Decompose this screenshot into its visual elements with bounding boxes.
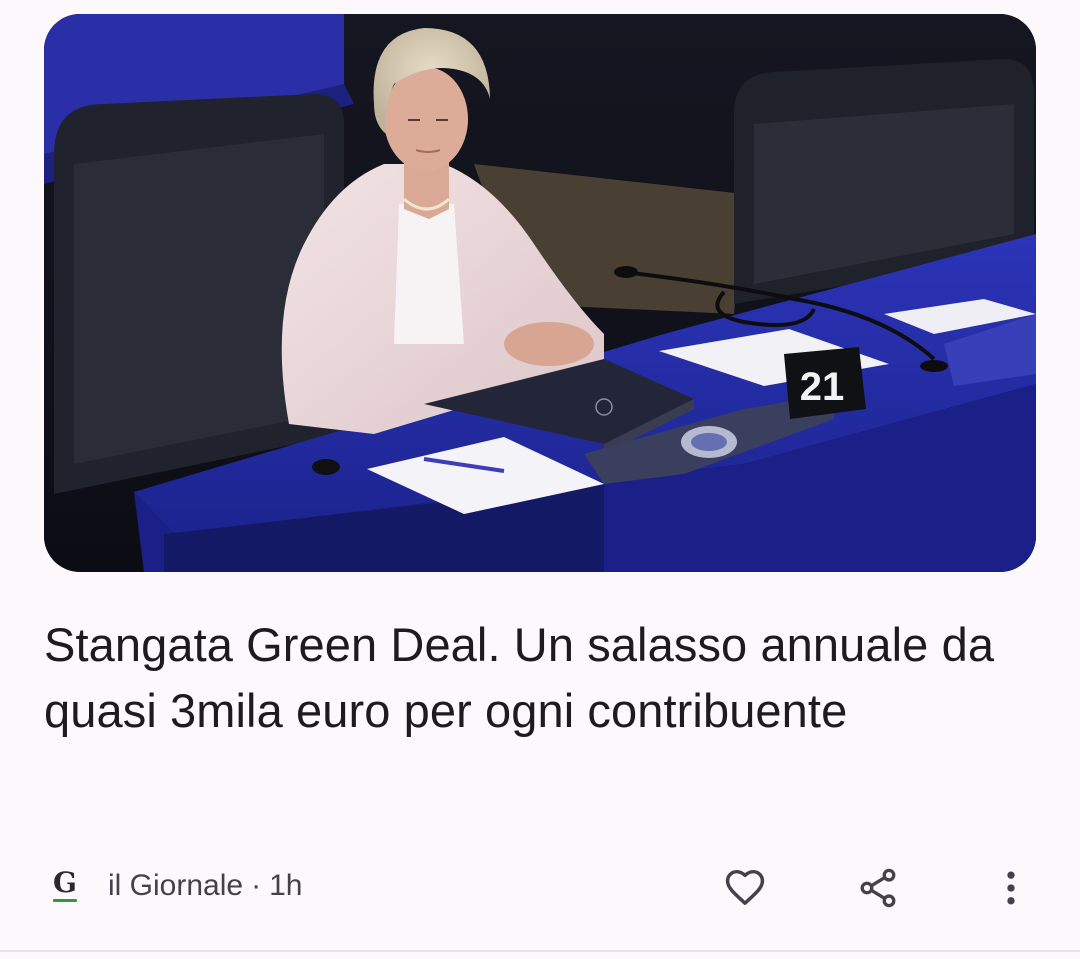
meta-separator: · <box>251 869 262 902</box>
heart-outline-icon <box>725 869 765 905</box>
desk-number-label: 21 <box>800 365 845 409</box>
share-icon <box>860 868 896 908</box>
article-image[interactable]: 21 <box>44 14 1036 572</box>
source-logo-letter: G <box>53 866 77 899</box>
more-options-button[interactable] <box>983 860 1039 916</box>
more-vert-icon <box>1007 871 1015 905</box>
publish-time: 1h <box>269 869 303 902</box>
article-footer: G il Giornale · 1h <box>0 850 1080 922</box>
news-card[interactable]: 21 Stangata Green Deal. Un salasso annua… <box>0 0 1080 959</box>
source-logo: G <box>50 868 80 904</box>
source-meta[interactable]: il Giornale · 1h <box>108 866 302 906</box>
article-photo-illustration: 21 <box>44 14 1036 572</box>
source-name[interactable]: il Giornale <box>108 869 243 902</box>
card-divider <box>0 950 1080 952</box>
article-headline[interactable]: Stangata Green Deal. Un salasso annuale … <box>44 612 1004 744</box>
source-logo-underline <box>53 899 77 902</box>
share-button[interactable] <box>850 860 906 916</box>
like-button[interactable] <box>717 860 773 916</box>
